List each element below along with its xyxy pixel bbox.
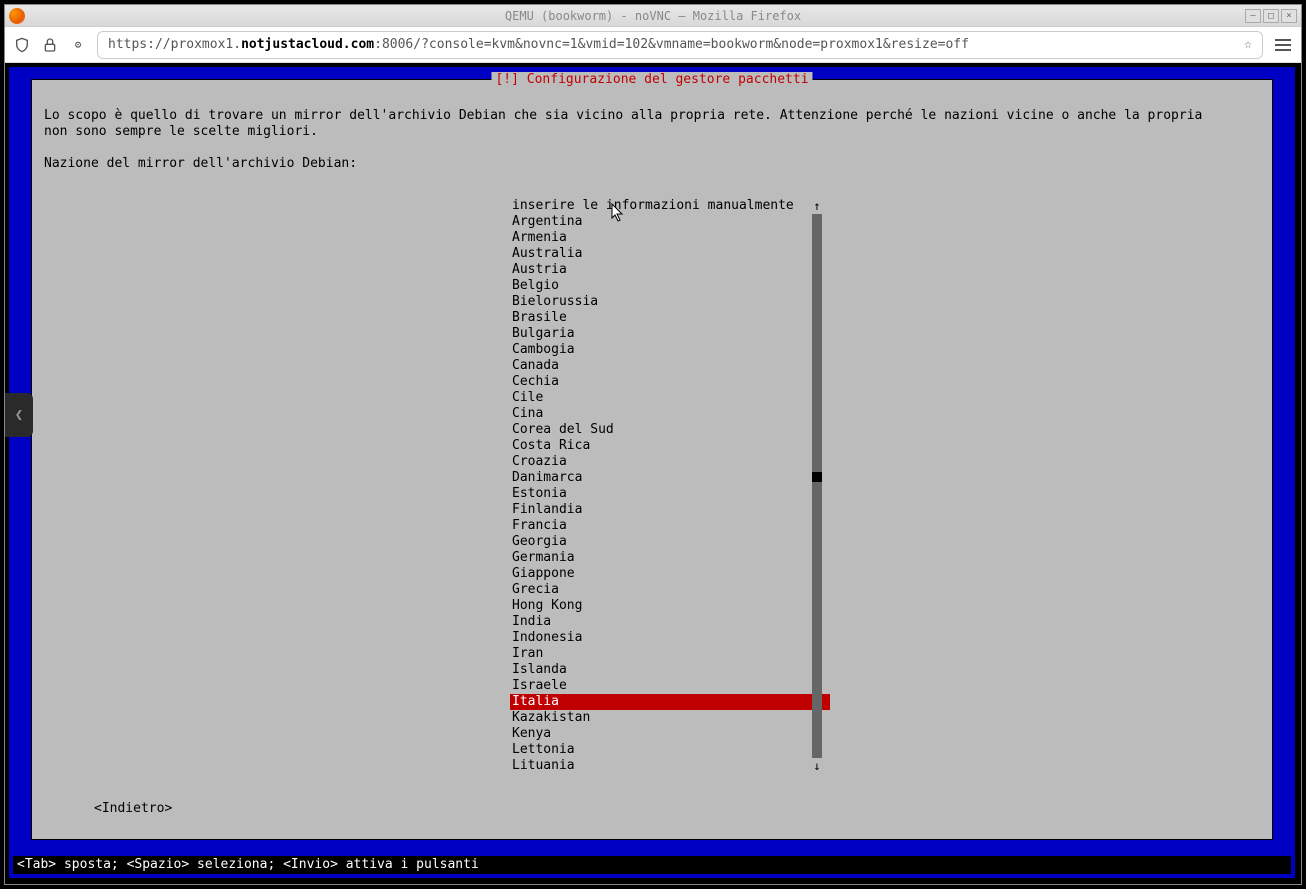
installer-screen: [!] Configurazione del gestore pacchetti… [9,67,1295,878]
window-buttons: – □ × [1245,9,1297,23]
scroll-down-icon[interactable]: ↓ [812,758,822,774]
list-item[interactable]: Cechia [510,374,830,390]
list-item[interactable]: Kazakistan [510,710,830,726]
novnc-handle[interactable]: ❮ [5,393,33,437]
lock-icon[interactable] [41,36,59,54]
permissions-icon[interactable]: ⚙ [69,36,87,54]
list-item[interactable]: India [510,614,830,630]
list-item[interactable]: Israele [510,678,830,694]
list-item[interactable]: Bielorussia [510,294,830,310]
scrollbar-thumb[interactable] [812,472,822,482]
back-button[interactable]: <Indietro> [94,801,172,817]
list-item[interactable]: Lituania [510,758,830,774]
window-title: QEMU (bookworm) - noVNC – Mozilla Firefo… [5,9,1301,23]
list-item[interactable]: Argentina [510,214,830,230]
dialog-prompt: Nazione del mirror dell'archivio Debian: [44,156,1260,172]
list-item[interactable]: Kenya [510,726,830,742]
close-button[interactable]: × [1281,9,1297,23]
firefox-window: QEMU (bookworm) - noVNC – Mozilla Firefo… [4,4,1302,885]
list-item[interactable]: Islanda [510,662,830,678]
mirror-list[interactable]: inserire le informazioni manualmenteArge… [510,198,830,774]
list-item[interactable]: Cile [510,390,830,406]
shield-icon[interactable] [13,36,31,54]
list-item[interactable]: Cambogia [510,342,830,358]
firefox-icon [9,8,25,24]
scroll-up-icon[interactable]: ↑ [812,198,822,214]
list-item[interactable]: inserire le informazioni manualmente [510,198,830,214]
list-item[interactable]: Giappone [510,566,830,582]
list-item[interactable]: Corea del Sud [510,422,830,438]
help-bar: <Tab> sposta; <Spazio> seleziona; <Invio… [13,856,1291,874]
list-item[interactable]: Australia [510,246,830,262]
url-input[interactable]: https://proxmox1.notjustacloud.com:8006/… [97,31,1263,59]
vnc-viewport[interactable]: ❮ [!] Configurazione del gestore pacchet… [5,63,1301,884]
hamburger-menu-icon[interactable] [1273,35,1293,55]
titlebar: QEMU (bookworm) - noVNC – Mozilla Firefo… [5,5,1301,27]
dialog-panel: [!] Configurazione del gestore pacchetti… [31,79,1273,840]
list-item[interactable]: Germania [510,550,830,566]
list-item[interactable]: Indonesia [510,630,830,646]
url-toolbar: ⚙ https://proxmox1.notjustacloud.com:800… [5,27,1301,63]
list-item[interactable]: Cina [510,406,830,422]
maximize-button[interactable]: □ [1263,9,1279,23]
list-item[interactable]: Iran [510,646,830,662]
list-item[interactable]: Croazia [510,454,830,470]
list-item[interactable]: Finlandia [510,502,830,518]
list-item[interactable]: Georgia [510,534,830,550]
bookmark-star-icon[interactable]: ☆ [1244,37,1252,52]
list-item[interactable]: Armenia [510,230,830,246]
list-item[interactable]: Canada [510,358,830,374]
url-text: https://proxmox1.notjustacloud.com:8006/… [108,37,1234,52]
scrollbar-track[interactable] [812,198,822,774]
list-item[interactable]: Austria [510,262,830,278]
list-item[interactable]: Danimarca [510,470,830,486]
list-item[interactable]: Costa Rica [510,438,830,454]
minimize-button[interactable]: – [1245,9,1261,23]
list-item[interactable]: Hong Kong [510,598,830,614]
list-item[interactable]: Francia [510,518,830,534]
list-item[interactable]: Belgio [510,278,830,294]
dialog-description: Lo scopo è quello di trovare un mirror d… [44,108,1260,140]
dialog-title: [!] Configurazione del gestore pacchetti [491,72,812,88]
list-item[interactable]: Bulgaria [510,326,830,342]
list-item[interactable]: Lettonia [510,742,830,758]
list-item[interactable]: Italia [510,694,830,710]
list-item[interactable]: Grecia [510,582,830,598]
list-item[interactable]: Brasile [510,310,830,326]
list-item[interactable]: Estonia [510,486,830,502]
